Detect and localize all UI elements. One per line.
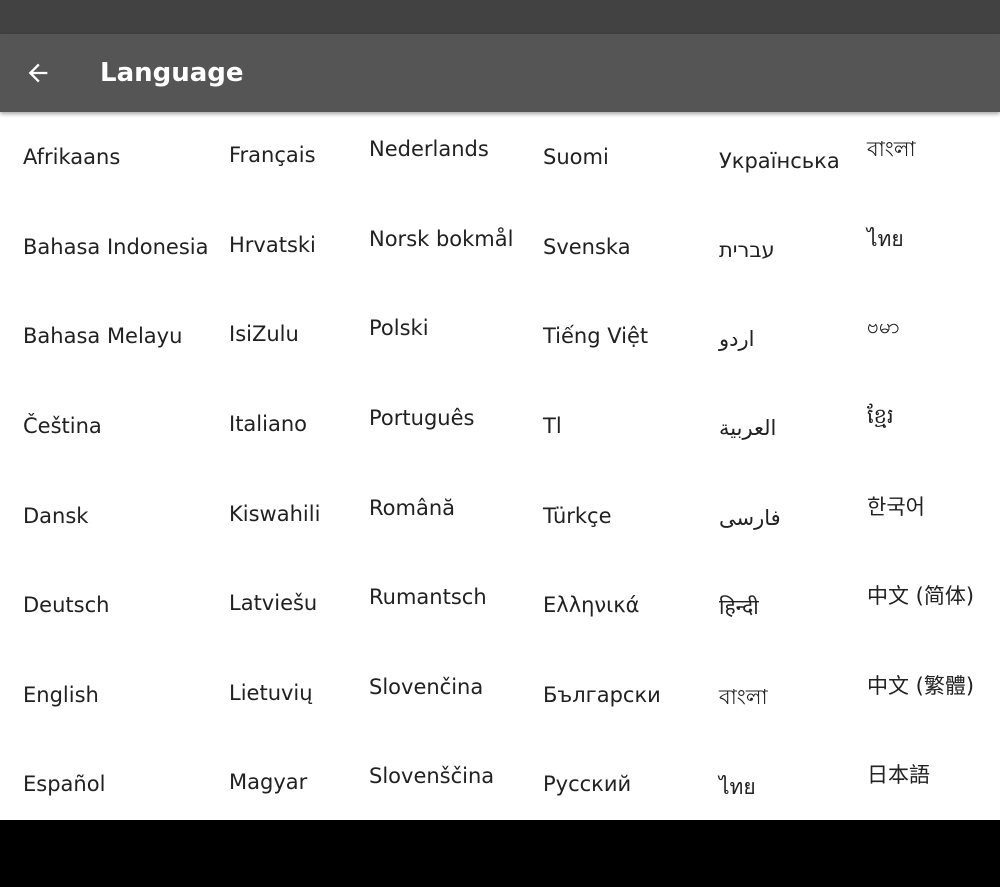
page-title: Language — [100, 58, 244, 88]
language-item[interactable]: ဗမာ — [867, 312, 900, 340]
status-bar — [0, 0, 1000, 34]
language-item[interactable]: English — [23, 681, 99, 709]
language-item[interactable]: Bahasa Indonesia — [23, 233, 209, 261]
language-item[interactable]: Polski — [369, 314, 429, 342]
language-item[interactable]: Français — [229, 141, 316, 169]
language-item[interactable]: Türkçe — [543, 502, 612, 530]
language-item[interactable]: Svenska — [543, 233, 631, 261]
language-item[interactable]: ไทย — [719, 773, 756, 801]
language-item[interactable]: Dansk — [23, 502, 88, 530]
language-item[interactable]: Kiswahili — [229, 500, 320, 528]
language-item[interactable]: Română — [369, 494, 455, 522]
language-item[interactable]: ខ្មែរ — [867, 402, 894, 430]
language-item[interactable]: IsiZulu — [229, 320, 299, 348]
navigation-bar — [0, 820, 1000, 887]
language-item[interactable]: Suomi — [543, 143, 609, 171]
language-item[interactable]: العربية — [719, 414, 776, 442]
language-item[interactable]: Italiano — [229, 410, 307, 438]
language-item[interactable]: हिन्दी — [719, 593, 759, 621]
language-item[interactable]: Magyar — [229, 768, 307, 796]
language-item[interactable]: 中文 (简体) — [867, 582, 974, 610]
language-item[interactable]: Русский — [543, 770, 631, 798]
language-item[interactable]: Español — [23, 770, 105, 798]
language-item[interactable]: اردو — [719, 325, 754, 353]
language-item[interactable]: Slovenčina — [369, 673, 483, 701]
language-item[interactable]: Tiếng Việt — [543, 322, 648, 350]
language-item[interactable]: 日本語 — [867, 761, 930, 789]
language-item[interactable]: ไทย — [867, 225, 904, 253]
language-item[interactable]: Lietuvių — [229, 679, 313, 707]
language-item[interactable]: Українська — [719, 147, 840, 175]
language-item[interactable]: עברית — [719, 236, 775, 264]
language-item[interactable]: Tl — [543, 412, 562, 440]
language-item[interactable]: Ελληνικά — [543, 591, 640, 619]
language-item[interactable]: Rumantsch — [369, 583, 487, 611]
language-item[interactable]: Български — [543, 681, 661, 709]
back-button[interactable] — [14, 49, 62, 97]
app-bar: Language — [0, 34, 1000, 112]
language-item[interactable]: Deutsch — [23, 591, 109, 619]
language-item[interactable]: Nederlands — [369, 135, 489, 163]
language-item[interactable]: Norsk bokmål — [369, 225, 513, 253]
language-item[interactable]: 한국어 — [867, 493, 925, 521]
arrow-left-icon — [24, 59, 52, 87]
language-item[interactable]: 中文 (繁體) — [867, 672, 974, 700]
language-item[interactable]: Português — [369, 404, 474, 432]
language-item[interactable]: Hrvatski — [229, 231, 316, 259]
language-item[interactable]: বাংলা — [719, 683, 768, 711]
language-item[interactable]: Afrikaans — [23, 143, 120, 171]
language-item[interactable]: বাংলা — [867, 135, 916, 163]
language-item[interactable]: Čeština — [23, 412, 102, 440]
language-item[interactable]: Bahasa Melayu — [23, 322, 182, 350]
language-item[interactable]: فارسی — [719, 504, 781, 532]
language-list: Afrikaans Bahasa Indonesia Bahasa Melayu… — [0, 112, 1000, 820]
language-item[interactable]: Slovenščina — [369, 762, 494, 790]
language-item[interactable]: Latviešu — [229, 589, 317, 617]
